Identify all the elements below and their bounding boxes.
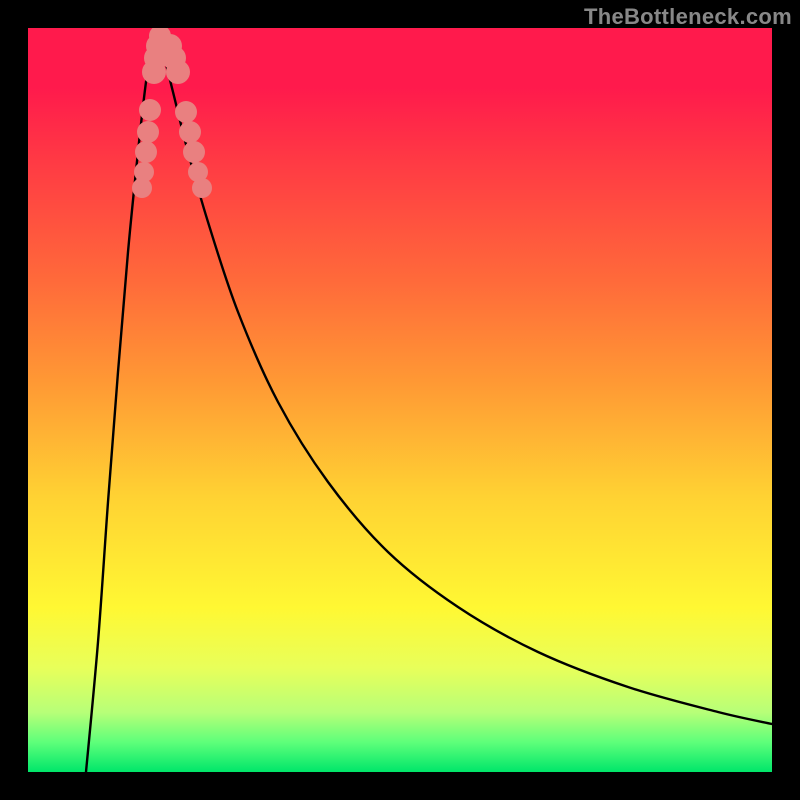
chart-frame: TheBottleneck.com [0, 0, 800, 800]
scatter-point [137, 121, 159, 143]
watermark-text: TheBottleneck.com [584, 4, 792, 30]
scatter-point [139, 99, 161, 121]
scatter-layer [28, 28, 772, 772]
scatter-point [183, 141, 205, 163]
scatter-point [192, 178, 212, 198]
scatter-point [175, 101, 197, 123]
scatter-point [179, 121, 201, 143]
plot-area [28, 28, 772, 772]
scatter-point [166, 60, 190, 84]
scatter-point [134, 162, 154, 182]
scatter-point [135, 141, 157, 163]
